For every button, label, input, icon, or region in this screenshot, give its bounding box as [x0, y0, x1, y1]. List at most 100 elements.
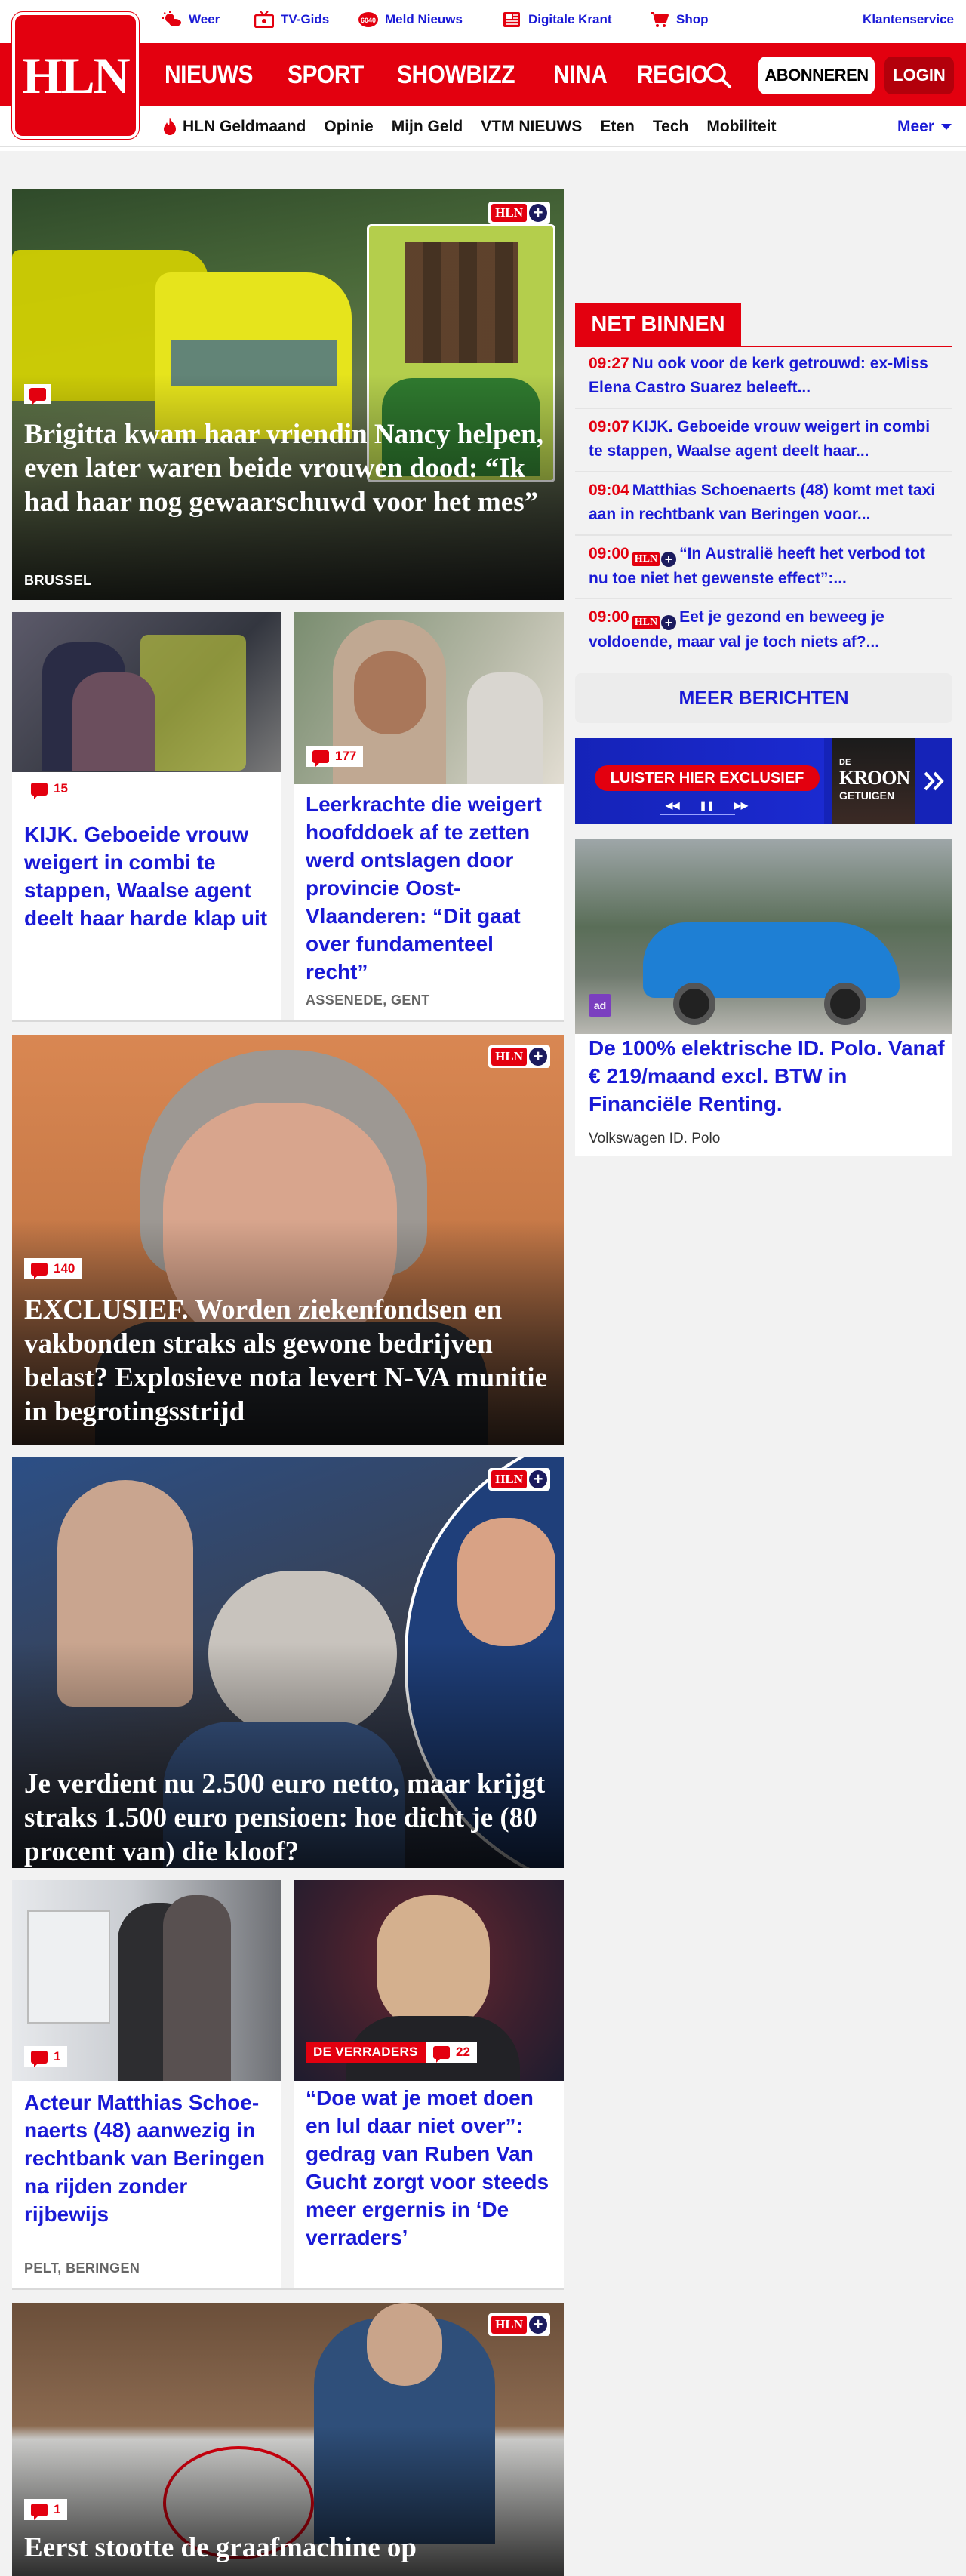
- article-pensioen[interactable]: HLN + Je verdient nu 2.500 euro netto, ma…: [12, 1457, 564, 1868]
- comment-icon: [31, 782, 48, 799]
- service-label: Digitale Krant: [528, 12, 612, 26]
- service-meld-nieuws[interactable]: 6040 Meld Nieuws: [358, 11, 463, 29]
- divider: [575, 471, 952, 472]
- item-text: Matthias Schoenaerts (48) komt met taxi …: [589, 482, 936, 523]
- comment-icon: [312, 749, 329, 767]
- main-nav: NIEUWS SPORT SHOWBIZZ NINA REGIO: [165, 43, 718, 106]
- luister-button: LUISTER HIER EXCLUSIEF: [595, 765, 820, 791]
- service-label: Meld Nieuws: [385, 12, 463, 26]
- abonneren-button[interactable]: ABONNEREN: [758, 57, 875, 94]
- article-title: KIJK. Geboeide vrouw weigert in combi te…: [24, 823, 268, 930]
- subnav-opinie[interactable]: Opinie: [324, 118, 373, 136]
- article-title: “Doe wat je moet doen en lul daar niet o…: [306, 2086, 549, 2249]
- meer-menu[interactable]: Meer: [897, 118, 952, 136]
- ad-badge: ad: [589, 994, 611, 1017]
- subnav-tech[interactable]: Tech: [653, 118, 688, 136]
- sub-nav: HLN Geldmaand Opinie Mijn Geld VTM NIEUW…: [163, 106, 777, 147]
- comment-icon: [31, 2503, 48, 2520]
- service-bar: [0, 0, 966, 43]
- article-title: Acteur Matthias Schoe­naerts (48) aanwez…: [24, 2091, 265, 2226]
- service-digitale-krant[interactable]: Digitale Krant: [501, 11, 612, 29]
- ad-photo: ad: [575, 839, 952, 1034]
- nav-sport[interactable]: SPORT: [288, 60, 364, 90]
- net-binnen-item[interactable]: 09:00 HLN + “In Australië heeft het verbod …: [589, 542, 943, 591]
- comments-badge: 140: [24, 1258, 82, 1279]
- comments-badge: 177: [306, 746, 364, 767]
- subnav-label: HLN Geldmaand: [183, 118, 306, 135]
- net-binnen-heading: NET BINNEN: [575, 303, 741, 346]
- tv-icon: [254, 11, 275, 29]
- player-controls: ◀◀ ❚❚ ▶▶: [666, 800, 749, 811]
- comment-count: 1: [54, 2502, 61, 2516]
- net-binnen-item[interactable]: 09:04 Matthias Schoenaerts (48) komt met …: [589, 479, 943, 527]
- nav-regio[interactable]: REGIO: [637, 60, 709, 90]
- subnav-vtm-nieuws[interactable]: VTM NIEUWS: [481, 118, 582, 136]
- subnav-hln-geldmaand[interactable]: HLN Geldmaand: [163, 118, 306, 136]
- subnav-eten[interactable]: Eten: [600, 118, 635, 136]
- hln-plus-badge: HLN +: [488, 1468, 550, 1491]
- article-graafmachine[interactable]: HLN + 1 Eerst stootte de graafmachine op: [12, 2303, 564, 2576]
- ad-title[interactable]: De 100% elektrische ID. Polo. Vanaf € 21…: [589, 1034, 951, 1118]
- comment-count: 15: [54, 781, 68, 796]
- login-button[interactable]: LOGIN: [884, 57, 954, 94]
- hln-plus-badge: HLN +: [488, 1045, 550, 1068]
- search-icon[interactable]: [703, 60, 734, 91]
- service-label: Weer: [189, 12, 220, 26]
- service-weer[interactable]: Weer: [162, 11, 220, 29]
- article-hoofddoek[interactable]: 177 Leerkrachte die weigert hoofddoek af…: [294, 612, 564, 1020]
- divider: [12, 1020, 564, 1022]
- comment-icon: [31, 1262, 48, 1279]
- hln-plus-badge: HLN +: [488, 202, 550, 224]
- meer-label: Meer: [897, 118, 934, 135]
- service-tv-gids[interactable]: TV-Gids: [254, 11, 329, 29]
- service-label: TV-Gids: [281, 12, 330, 26]
- subnav-mijn-geld[interactable]: Mijn Geld: [392, 118, 463, 136]
- item-text: Nu ook voor de kerk getrouwd: ex-Miss El…: [589, 355, 928, 396]
- net-binnen-item[interactable]: 09:27 Nu ook voor de kerk getrouwd: ex-Mi…: [589, 352, 943, 400]
- article-title: Leerkrachte die weigert hoofddoek af te …: [306, 792, 542, 983]
- site-header: HLN Weer TV-Gids 6040 Meld Nieuws Digita…: [0, 0, 966, 151]
- klantenservice-link[interactable]: Klantenservice: [863, 12, 954, 27]
- comments-badge: [24, 384, 51, 405]
- comments-badge: 15: [24, 778, 75, 799]
- article-ziekenfondsen[interactable]: HLN + 140 EXCLUSIEF. Worden ziekenfondsen…: [12, 1035, 564, 1445]
- comments-badge: 1: [24, 2499, 68, 2520]
- comment-count: 1: [54, 2049, 61, 2064]
- comment-count: 177: [335, 749, 357, 763]
- nav-showbizz[interactable]: SHOWBIZZ: [397, 60, 515, 90]
- meer-berichten-button[interactable]: MEER BERICHTEN: [575, 673, 952, 723]
- service-shop[interactable]: Shop: [649, 11, 709, 29]
- hln-logo[interactable]: HLN: [12, 12, 139, 139]
- item-time: 09:07: [589, 418, 629, 435]
- podcast-logo-text: DE: [839, 758, 851, 767]
- net-binnen-item[interactable]: 09:00 HLN + Eet je gezond en beweeg je vold…: [589, 605, 943, 654]
- article-photo: [12, 612, 281, 772]
- subnav-mobiliteit[interactable]: Mobiliteit: [706, 118, 776, 136]
- item-time: 09:00: [589, 545, 629, 562]
- article-geboeide-vrouw[interactable]: 15 KIJK. Geboeide vrouw weigert in combi…: [12, 612, 281, 1020]
- article-schoenaerts[interactable]: 1 Acteur Matthias Schoe­naerts (48) aanw…: [12, 1880, 281, 2288]
- article-hero-brigitta[interactable]: HLN + Brigitta kwam haar vriendin Nancy h…: [12, 189, 564, 600]
- article-de-verraders[interactable]: DE VERRADERS 22 “Doe wat je moet doen en…: [294, 1880, 564, 2288]
- nav-nieuws[interactable]: NIEUWS: [165, 60, 253, 90]
- comments-badge: 22: [426, 2042, 477, 2063]
- comment-icon: [433, 2045, 450, 2063]
- divider: [575, 534, 952, 536]
- divider: [575, 408, 952, 409]
- comment-count: 140: [54, 1261, 75, 1276]
- item-time: 09:04: [589, 482, 629, 499]
- nav-nina[interactable]: NINA: [553, 60, 608, 90]
- newspaper-icon: [501, 11, 522, 29]
- podcast-cover: DE KROON GETUIGEN: [832, 738, 915, 824]
- net-binnen-item[interactable]: 09:07 KIJK. Geboeide vrouw weigert in com…: [589, 415, 943, 463]
- podcast-banner[interactable]: LUISTER HIER EXCLUSIEF ◀◀ ❚❚ ▶▶ DE KROON G…: [575, 738, 952, 824]
- hln-plus-badge: HLN +: [632, 615, 677, 630]
- article-location: ASSENEDE, GENT: [306, 993, 430, 1008]
- flame-icon: [164, 118, 176, 135]
- divider: [12, 2288, 564, 2290]
- article-title: Eerst stootte de graafmachine op: [24, 2532, 417, 2563]
- article-title: EXCLUSIEF. Worden ziekenfondsen en vakbo…: [24, 1294, 548, 1427]
- comment-icon: [31, 2050, 48, 2067]
- podcast-logo-text: KROON: [839, 767, 910, 789]
- divider: [575, 598, 952, 599]
